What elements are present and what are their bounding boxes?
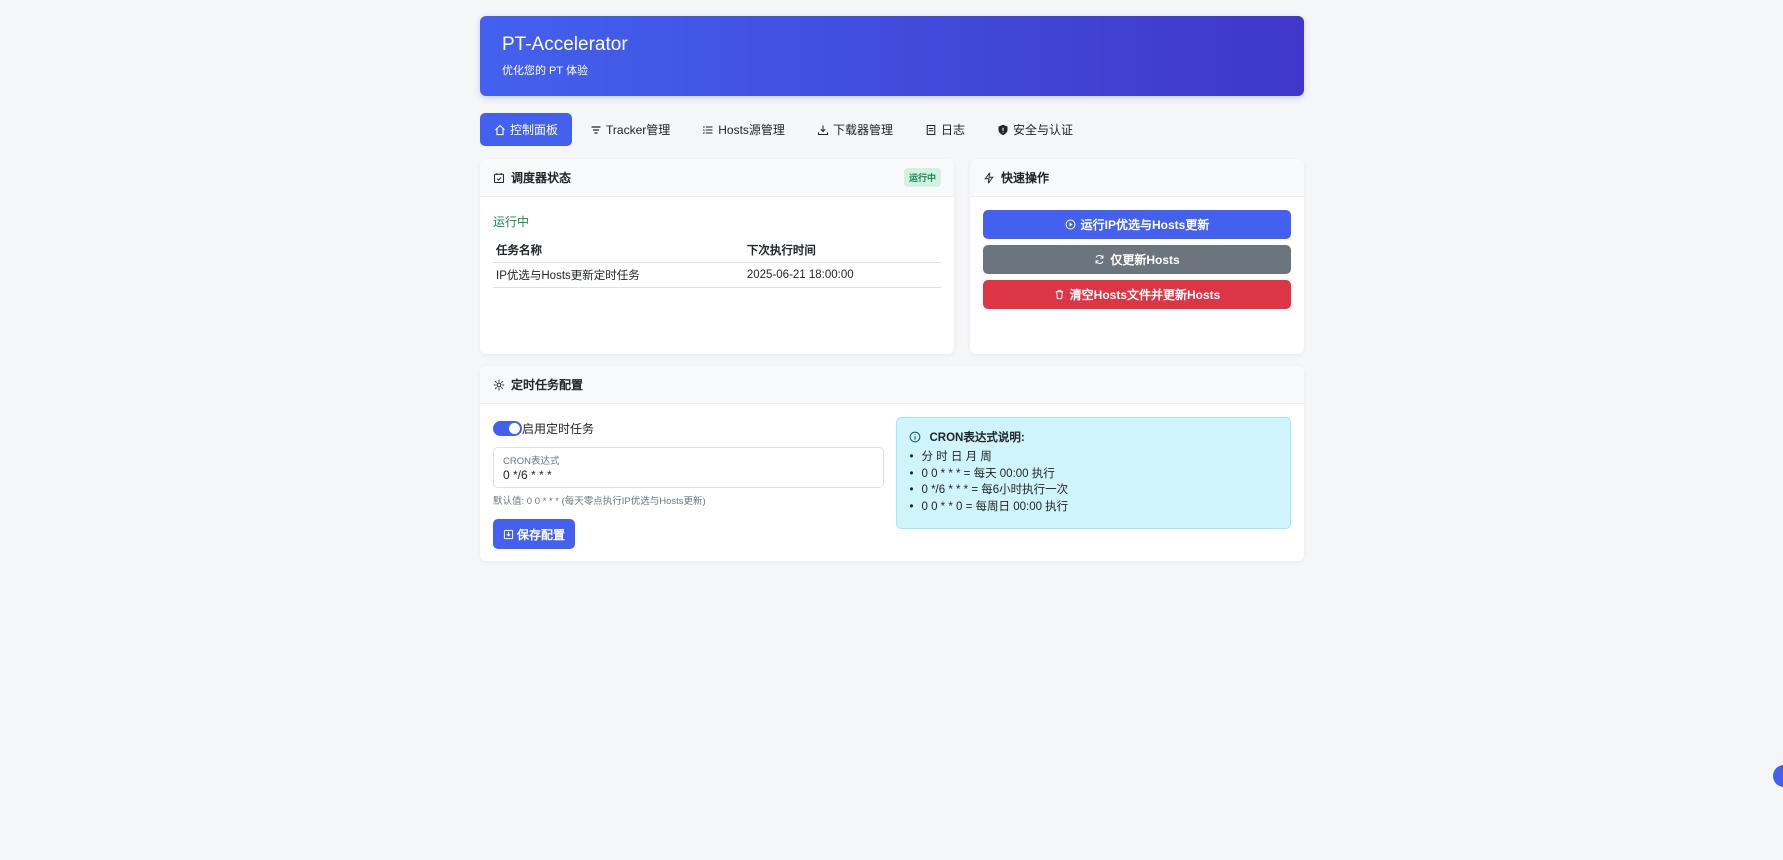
play-circle-icon <box>1065 219 1076 230</box>
column-header-task-name: 任务名称 <box>493 238 744 263</box>
tab-label: 控制面板 <box>510 123 559 137</box>
update-hosts-button[interactable]: 仅更新Hosts <box>983 245 1291 274</box>
lightning-icon <box>984 171 994 184</box>
save-config-button[interactable]: 保存配置 <box>493 519 576 549</box>
scheduler-card: 调度器状态 运行中 运行中 任务名称 下次执行时间 IP优选与Hosts更新定时… <box>480 159 954 354</box>
side-panel-handle[interactable] <box>1773 765 1783 787</box>
app-title: PT-Accelerator <box>502 34 628 55</box>
cron-form: 启用定时任务 CRON表达式 0 */6 * * * 默认值: 0 0 * * … <box>493 417 885 549</box>
info-icon <box>910 431 921 443</box>
nav-tabs: 控制面板 Tracker管理 Hosts源管理 下载器管理 日志 安全与认证 <box>480 113 1304 146</box>
trash-icon <box>1055 289 1063 300</box>
next-run-cell: 2025-06-21 18:00:00 <box>743 262 941 288</box>
quick-actions-title: 快速操作 <box>1001 171 1050 185</box>
button-label: 运行IP优选与Hosts更新 <box>1080 218 1210 232</box>
cron-help-text: 默认值: 0 0 * * * (每天零点执行IP优选与Hosts更新) <box>493 496 706 507</box>
tab-downloader[interactable]: 下载器管理 <box>803 113 907 146</box>
tab-hosts-source[interactable]: Hosts源管理 <box>688 113 799 146</box>
scheduler-status-text: 运行中 <box>493 215 530 229</box>
tab-security[interactable]: 安全与认证 <box>983 113 1087 146</box>
home-icon <box>495 124 505 135</box>
tab-label: Hosts源管理 <box>718 123 785 137</box>
quick-actions-header: 快速操作 <box>970 159 1304 197</box>
gear-icon <box>493 379 505 390</box>
refresh-icon <box>1095 255 1104 264</box>
list-item: 0 0 * * * = 每天 00:00 执行 <box>909 466 1278 483</box>
enable-schedule-label: 启用定时任务 <box>522 422 595 436</box>
tab-label: Tracker管理 <box>606 123 671 137</box>
cron-expression-field[interactable]: CRON表达式 0 */6 * * * <box>493 447 885 488</box>
cron-info-title: CRON表达式说明: <box>929 432 1025 444</box>
cron-field-value: 0 */6 * * * <box>503 468 552 482</box>
cron-config-header: 定时任务配置 <box>480 366 1304 404</box>
cron-field-label: CRON表达式 <box>503 456 560 467</box>
document-icon <box>926 124 936 135</box>
calendar-check-icon <box>493 172 505 183</box>
scheduler-card-header: 调度器状态 运行中 <box>480 159 954 197</box>
list-item: 分 时 日 月 周 <box>909 449 1278 466</box>
tab-logs[interactable]: 日志 <box>911 113 979 146</box>
cron-info-box: CRON表达式说明: 分 时 日 月 周 0 0 * * * = 每天 00:0… <box>896 417 1291 529</box>
list-item: 0 0 * * 0 = 每周日 00:00 执行 <box>909 499 1278 516</box>
enable-schedule-toggle[interactable] <box>493 421 522 436</box>
app-header: PT-Accelerator 优化您的 PT 体验 <box>480 16 1304 96</box>
tab-label: 下载器管理 <box>832 123 893 137</box>
tab-dashboard[interactable]: 控制面板 <box>480 113 573 146</box>
task-name-cell: IP优选与Hosts更新定时任务 <box>493 262 744 288</box>
column-header-next-run: 下次执行时间 <box>743 238 941 263</box>
cron-config-card: 定时任务配置 启用定时任务 CRON表达式 0 */6 * * * 默认值: 0… <box>480 366 1304 561</box>
save-icon <box>503 529 514 539</box>
shield-icon <box>998 124 1008 135</box>
scheduler-title: 调度器状态 <box>511 171 572 185</box>
save-label: 保存配置 <box>517 527 566 542</box>
list-icon <box>703 125 713 134</box>
task-table: 任务名称 下次执行时间 IP优选与Hosts更新定时任务 2025-06-21 … <box>493 238 941 288</box>
quick-actions-card: 快速操作 运行IP优选与Hosts更新 仅更新Hosts 清空Hosts文件并更… <box>970 159 1304 354</box>
run-ip-optimize-button[interactable]: 运行IP优选与Hosts更新 <box>983 210 1291 239</box>
tab-label: 日志 <box>940 123 965 137</box>
tab-label: 安全与认证 <box>1012 123 1073 137</box>
clear-hosts-button[interactable]: 清空Hosts文件并更新Hosts <box>983 280 1291 309</box>
download-icon <box>817 125 828 135</box>
status-badge: 运行中 <box>903 168 941 187</box>
button-label: 清空Hosts文件并更新Hosts <box>1069 288 1221 302</box>
button-label: 仅更新Hosts <box>1110 253 1180 267</box>
app-subtitle: 优化您的 PT 体验 <box>502 65 588 77</box>
cron-info-list: 分 时 日 月 周 0 0 * * * = 每天 00:00 执行 0 */6 … <box>909 449 1278 515</box>
tab-tracker[interactable]: Tracker管理 <box>576 113 684 146</box>
table-row: IP优选与Hosts更新定时任务 2025-06-21 18:00:00 <box>493 262 941 288</box>
main-container: PT-Accelerator 优化您的 PT 体验 控制面板 Tracker管理… <box>480 16 1304 561</box>
list-item: 0 */6 * * * = 每6小时执行一次 <box>909 482 1278 499</box>
cron-config-title: 定时任务配置 <box>511 378 584 392</box>
filter-icon <box>591 125 601 134</box>
